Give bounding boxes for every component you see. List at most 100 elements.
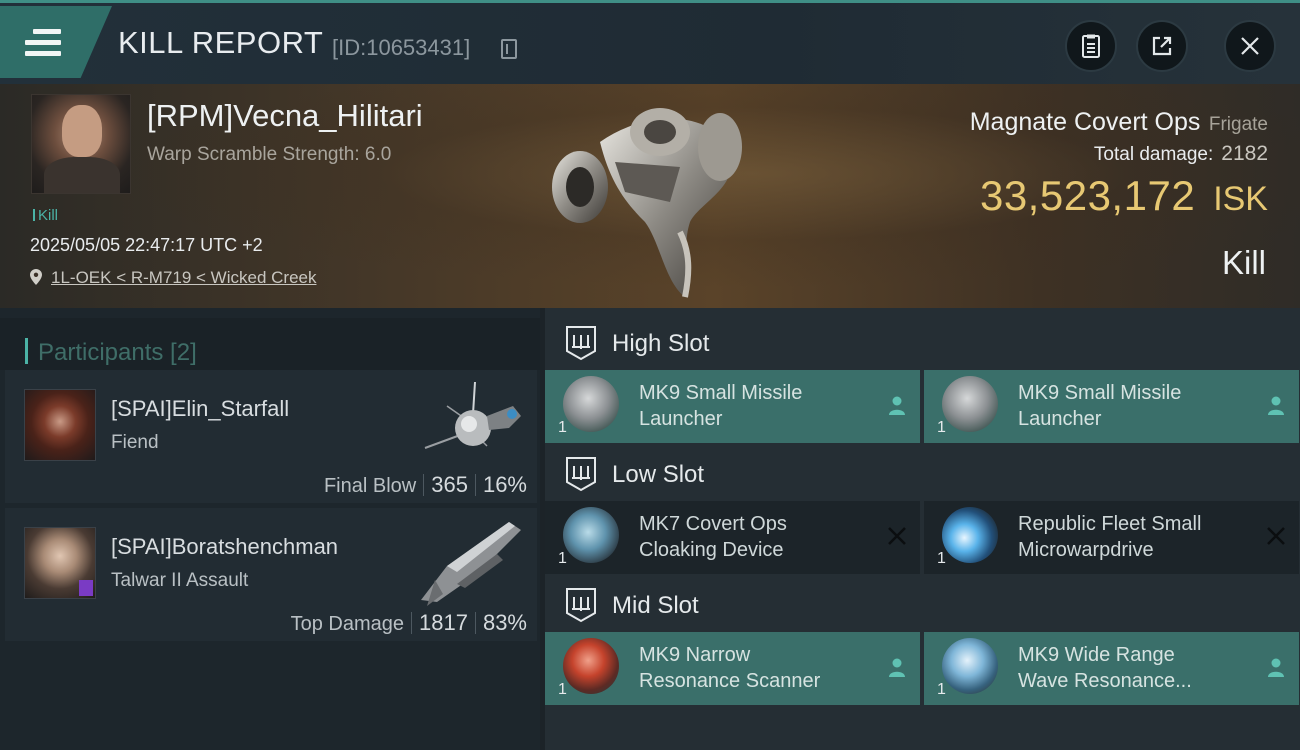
module-slot[interactable]: 1 MK9 Narrow Resonance Scanner	[545, 632, 920, 705]
module-name-line1: MK7 Covert Ops	[639, 513, 787, 535]
participant-stats: Final Blow 365 16%	[324, 472, 527, 498]
hamburger-icon	[25, 29, 61, 62]
fitting-panel: High Slot 1 MK9 Small Missile Launcher 1…	[545, 308, 1300, 750]
module-name-line1: MK9 Wide Range	[1018, 644, 1175, 666]
wave-resonance-icon	[942, 638, 998, 694]
participants-header: Participants [2]	[0, 318, 540, 370]
cloaking-device-icon	[563, 507, 619, 563]
module-name: Republic Fleet Small Microwarpdrive	[1018, 511, 1268, 563]
report-id: [ID:10653431]	[332, 35, 471, 60]
slot-title: Low Slot	[612, 461, 705, 488]
participant-ship: Fiend	[111, 432, 159, 453]
module-name-line1: MK9 Narrow	[639, 644, 751, 666]
module-name-line2: Wave Resonance...	[1018, 670, 1192, 692]
clipboard-icon	[1082, 34, 1100, 58]
participant-stats: Top Damage 1817 83%	[291, 610, 527, 636]
share-icon	[1152, 36, 1172, 56]
module-slot[interactable]: 1 Republic Fleet Small Microwarpdrive	[924, 501, 1299, 574]
participants-panel: Participants [2] [SPAI]Elin_Starfall Fie…	[0, 308, 540, 750]
pilot-icon	[1268, 658, 1284, 677]
isk-unit: ISK	[1213, 180, 1268, 218]
location-pin-icon	[30, 269, 42, 285]
high-slot-icon	[566, 326, 596, 361]
participant-damage: 1817	[419, 610, 468, 635]
participant-role: Top Damage	[290, 613, 404, 635]
module-slot[interactable]: 1 MK9 Small Missile Launcher	[924, 370, 1299, 443]
participant-name[interactable]: [SPAI]Boratshenchman	[111, 534, 338, 560]
clipboard-button[interactable]	[1065, 20, 1117, 72]
share-button[interactable]	[1136, 20, 1188, 72]
victim-avatar[interactable]	[31, 94, 131, 194]
microwarpdrive-icon	[942, 507, 998, 563]
close-icon	[1241, 37, 1259, 55]
module-name-line1: MK9 Small Missile	[639, 382, 803, 404]
menu-button[interactable]	[0, 6, 112, 78]
kill-result: Kill	[1221, 244, 1266, 281]
kill-tag: Kill	[33, 207, 58, 224]
module-quantity: 1	[937, 681, 946, 698]
missile-launcher-icon	[942, 376, 998, 432]
slot-title: Mid Slot	[612, 592, 699, 619]
top-bar: KILL REPORT [ID:10653431]	[0, 0, 1300, 84]
module-name-line1: Republic Fleet Small	[1018, 513, 1202, 535]
module-quantity: 1	[937, 550, 946, 567]
module-quantity: 1	[558, 550, 567, 567]
pilot-icon	[1268, 396, 1284, 415]
victim-name[interactable]: [RPM]Vecna_Hilitari	[147, 98, 423, 134]
module-name-line2: Launcher	[1018, 408, 1102, 430]
missile-launcher-icon	[563, 376, 619, 432]
pilot-icon	[889, 658, 905, 677]
participant-avatar[interactable]	[24, 389, 96, 461]
victim-ship-type: Magnate Covert Ops Frigate	[970, 108, 1268, 137]
location-link[interactable]: 1L-OEK < R-M719 < Wicked Creek	[51, 268, 316, 287]
isk-value-row: 33,523,172 ISK	[980, 172, 1268, 220]
role-badge-icon	[79, 580, 93, 596]
kill-datetime: 2025/05/05 22:47:17 UTC +2	[30, 235, 263, 255]
module-name: MK7 Covert Ops Cloaking Device	[639, 511, 889, 563]
module-name-line2: Cloaking Device	[639, 539, 784, 561]
page-title: KILL REPORT	[118, 25, 324, 60]
participant-percent: 83%	[482, 610, 527, 635]
total-damage-label: Total damage:	[1093, 144, 1214, 165]
ship-class: Frigate	[1208, 114, 1268, 135]
participant-role: Final Blow	[323, 475, 417, 497]
mid-slot-header: Mid Slot	[545, 574, 1300, 634]
module-quantity: 1	[937, 419, 946, 436]
module-slot[interactable]: 1 MK9 Wide Range Wave Resonance...	[924, 632, 1299, 705]
module-slot[interactable]: 1 MK9 Small Missile Launcher	[545, 370, 920, 443]
victim-ship-image	[552, 108, 742, 298]
module-quantity: 1	[558, 419, 567, 436]
participant-ship-image	[424, 381, 521, 449]
mid-slot-icon	[566, 588, 596, 623]
participants-title: Participants [2]	[25, 338, 197, 367]
module-name: MK9 Wide Range Wave Resonance...	[1018, 642, 1268, 694]
participant-avatar[interactable]	[24, 527, 96, 599]
low-slot-header: Low Slot	[545, 443, 1300, 503]
participant-card[interactable]: [SPAI]Boratshenchman Talwar II Assault T…	[5, 508, 537, 641]
destroyed-x-icon	[1267, 527, 1285, 545]
module-name-line2: Launcher	[639, 408, 723, 430]
module-name-line1: MK9 Small Missile	[1018, 382, 1182, 404]
participant-name[interactable]: [SPAI]Elin_Starfall	[111, 396, 289, 422]
low-slot-icon	[566, 457, 596, 492]
copy-icon[interactable]	[501, 39, 517, 59]
module-name: MK9 Small Missile Launcher	[639, 380, 889, 432]
module-name-line2: Resonance Scanner	[639, 670, 821, 692]
kill-location[interactable]: 1L-OEK < R-M719 < Wicked Creek	[30, 268, 316, 288]
resonance-scanner-icon	[563, 638, 619, 694]
total-damage-value: 2182	[1221, 142, 1268, 165]
module-name: MK9 Small Missile Launcher	[1018, 380, 1268, 432]
ship-name[interactable]: Magnate Covert Ops	[970, 108, 1201, 136]
close-button[interactable]	[1224, 20, 1276, 72]
total-damage: Total damage: 2182	[1094, 142, 1268, 166]
pilot-icon	[889, 396, 905, 415]
module-quantity: 1	[558, 681, 567, 698]
participant-card[interactable]: [SPAI]Elin_Starfall Fiend Final Blow 365 1…	[5, 370, 537, 503]
participant-percent: 16%	[482, 472, 527, 497]
warp-scramble-strength: Warp Scramble Strength: 6.0	[147, 144, 392, 165]
module-name: MK9 Narrow Resonance Scanner	[639, 642, 889, 694]
high-slot-header: High Slot	[545, 312, 1300, 372]
participant-damage: 365	[431, 472, 468, 497]
module-slot[interactable]: 1 MK7 Covert Ops Cloaking Device	[545, 501, 920, 574]
isk-value: 33,523,172	[979, 172, 1196, 219]
